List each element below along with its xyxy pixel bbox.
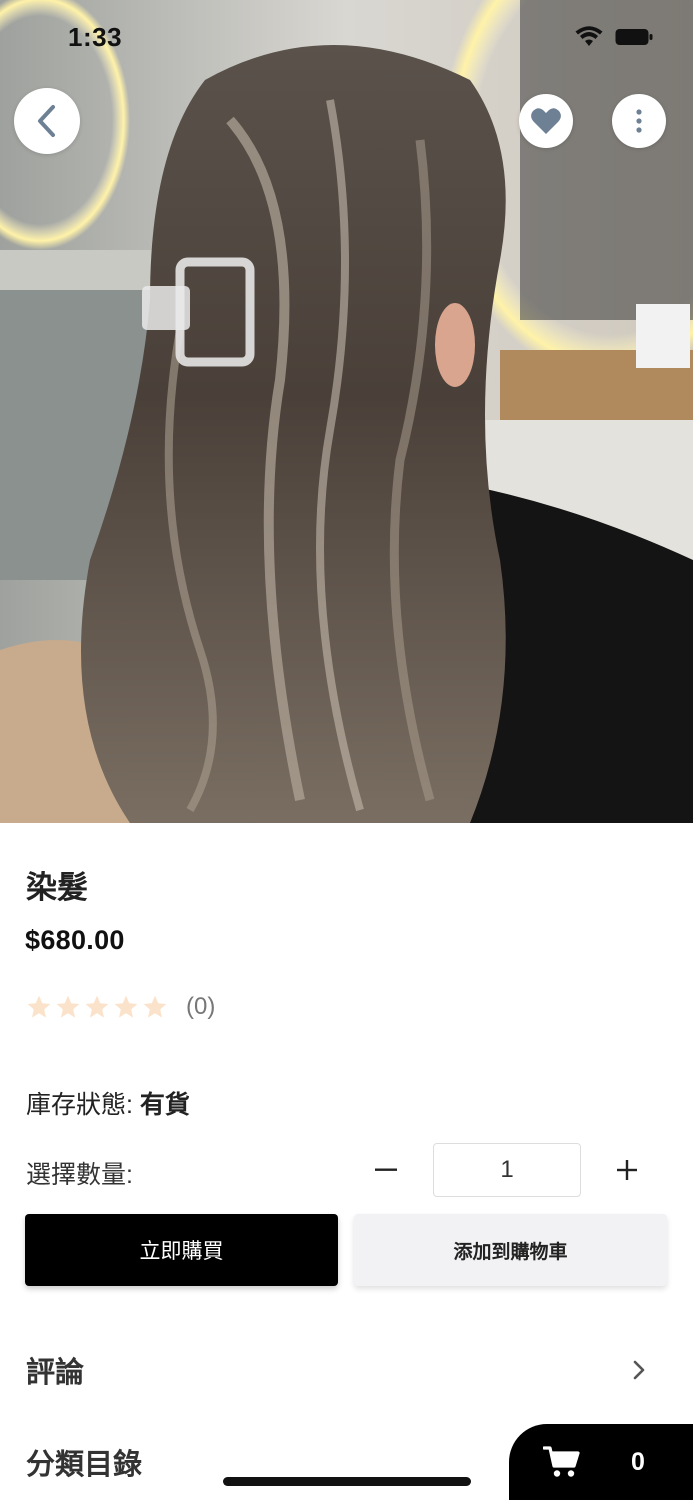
product-price: $680.00 (25, 925, 125, 955)
quantity-increase-button[interactable] (607, 1150, 647, 1190)
shopping-cart-icon (543, 1446, 580, 1477)
minus-icon (375, 1168, 397, 1171)
wifi-icon (575, 26, 603, 46)
stock-value: 有貨 (139, 1091, 190, 1119)
product-title: 染髮 (26, 870, 88, 905)
buy-now-button[interactable]: 立即購買 (25, 1214, 338, 1286)
star-icon (114, 995, 138, 1018)
reviews-section-row[interactable]: 評論 (26, 1340, 666, 1400)
rating-count: (0) (186, 993, 216, 1020)
stock-label: 庫存狀態: (26, 1091, 133, 1119)
stock-status: 庫存狀態: 有貨 (26, 1085, 190, 1121)
more-vertical-icon (636, 109, 642, 133)
reviews-label: 評論 (26, 1357, 85, 1389)
cart-count-badge: 0 (631, 1447, 645, 1476)
star-icon (143, 995, 167, 1018)
favorite-button[interactable] (519, 94, 573, 148)
quantity-decrease-button[interactable] (366, 1150, 406, 1190)
plus-icon (617, 1160, 637, 1180)
add-to-cart-button[interactable]: 添加到購物車 (354, 1214, 667, 1286)
star-icon (85, 995, 109, 1018)
star-icon (27, 995, 51, 1018)
heart-icon (531, 108, 561, 134)
quantity-label: 選擇數量: (26, 1161, 133, 1189)
back-button[interactable] (14, 88, 80, 154)
chevron-left-icon (38, 105, 55, 137)
cart-button[interactable]: 0 (509, 1424, 693, 1500)
more-options-button[interactable] (612, 94, 666, 148)
status-bar: 1:33 (0, 0, 693, 76)
battery-icon (615, 29, 653, 45)
star-icon (56, 995, 80, 1018)
home-indicator[interactable] (223, 1477, 471, 1486)
chevron-right-icon (633, 1360, 645, 1380)
quantity-input[interactable]: 1 (433, 1143, 581, 1197)
product-rating[interactable]: (0) (26, 993, 215, 1021)
status-icons (575, 26, 653, 48)
categories-label: 分類目錄 (26, 1449, 143, 1481)
product-image (0, 0, 693, 823)
status-time: 1:33 (68, 22, 123, 52)
hair-photo (0, 0, 693, 823)
rating-stars (26, 994, 168, 1020)
